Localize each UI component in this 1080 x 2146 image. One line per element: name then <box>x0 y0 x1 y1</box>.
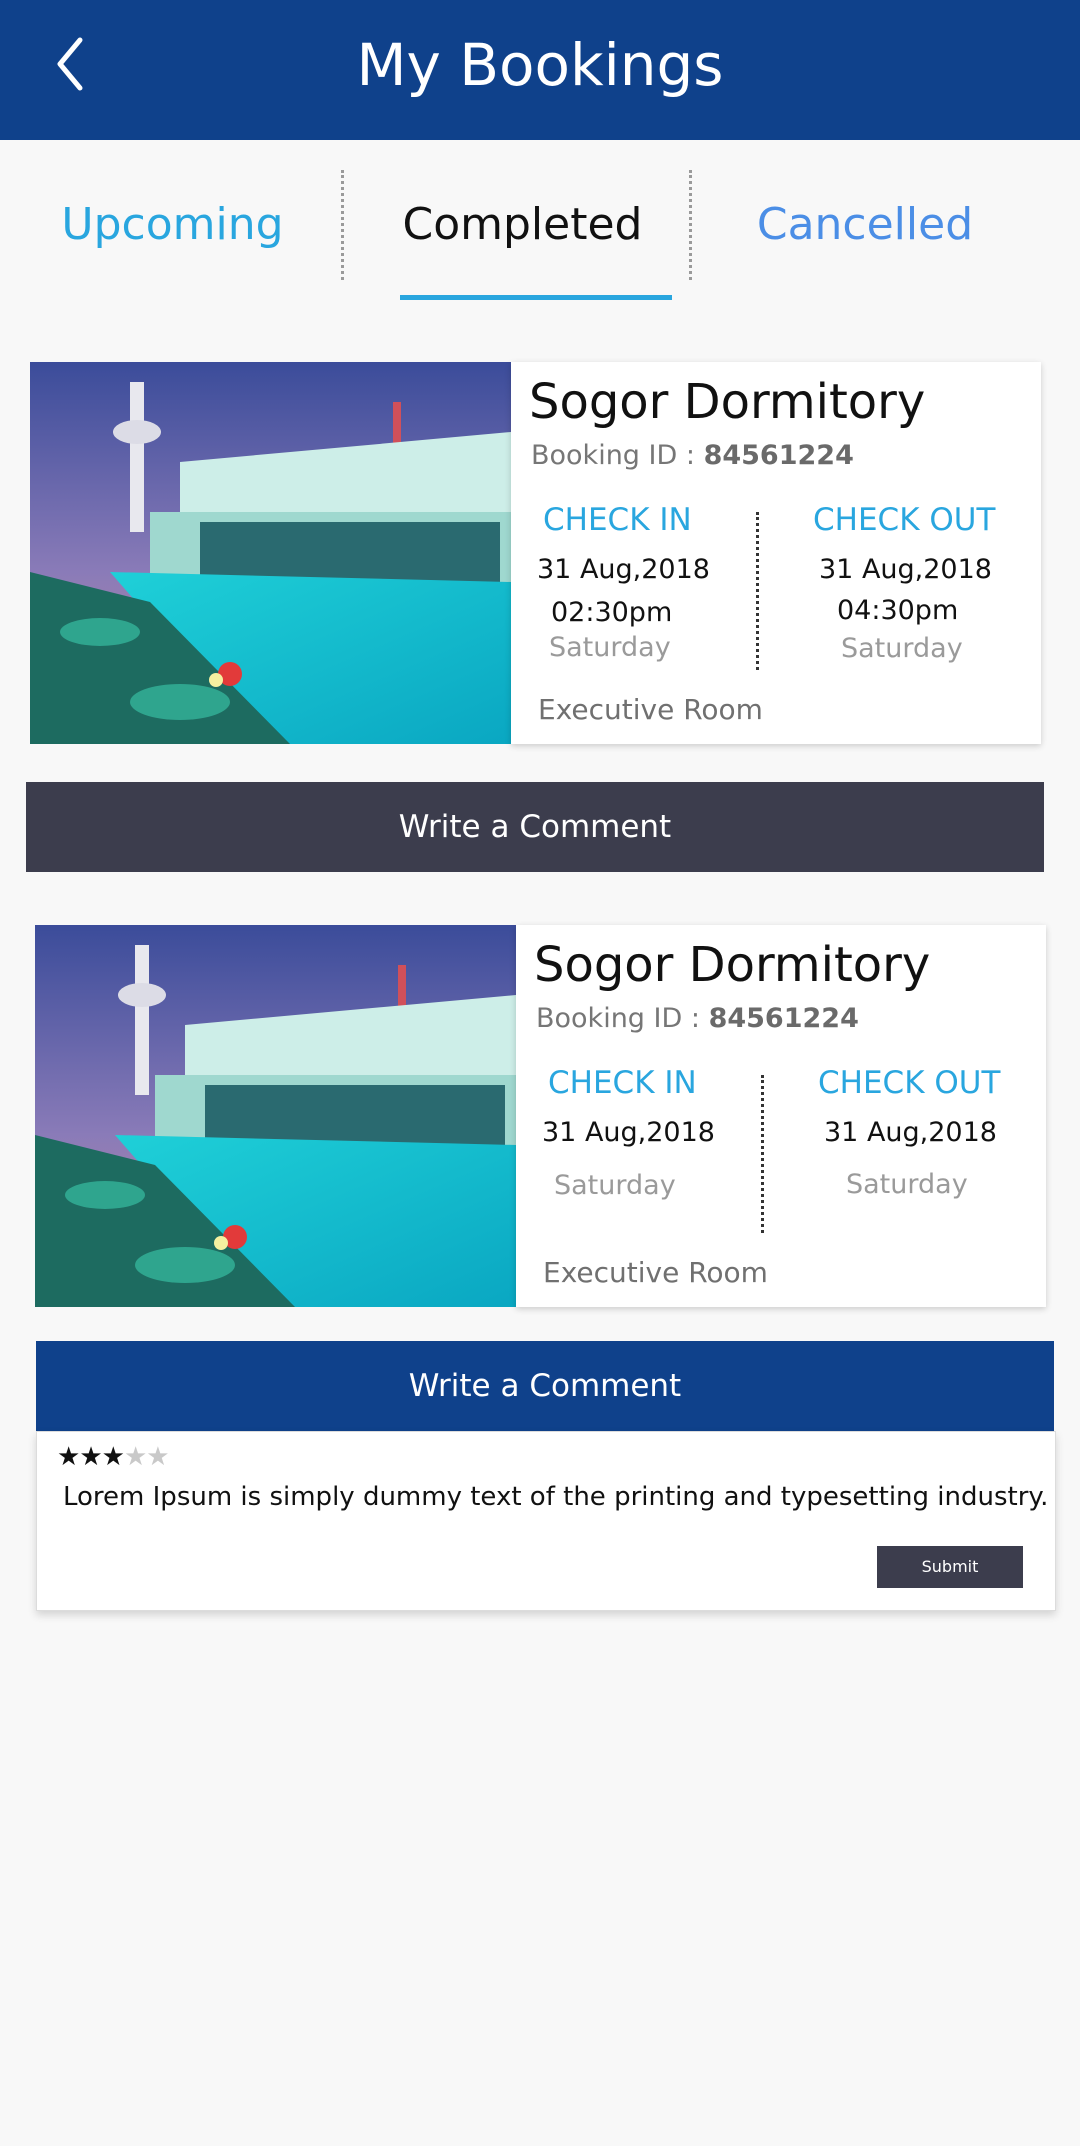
hotel-photo <box>35 925 516 1307</box>
rating-stars[interactable]: ★★★★★ <box>57 1442 170 1472</box>
check-out-time: 04:30pm <box>837 595 959 626</box>
check-out-date: 31 Aug,2018 <box>824 1117 997 1148</box>
booking-id: Booking ID : 84561224 <box>531 440 854 471</box>
comment-panel: ★★★★★ Lorem Ipsum is simply dummy text o… <box>36 1431 1056 1611</box>
booking-card[interactable]: Sogor Dormitory Booking ID : 84561224 CH… <box>516 925 1046 1307</box>
check-in-label: CHECK IN <box>543 502 692 538</box>
hotel-name: Sogor Dormitory <box>534 937 931 993</box>
check-out-label: CHECK OUT <box>813 502 996 538</box>
star-empty-icon[interactable]: ★ <box>146 1442 169 1472</box>
check-out-label: CHECK OUT <box>818 1065 1001 1101</box>
booking-id-label: Booking ID : <box>531 440 695 471</box>
check-in-date: 31 Aug,2018 <box>542 1117 715 1148</box>
star-empty-icon[interactable]: ★ <box>124 1442 147 1472</box>
tab-divider <box>341 170 344 280</box>
check-in-day: Saturday <box>554 1170 676 1201</box>
check-out-day: Saturday <box>841 633 963 664</box>
hotel-name: Sogor Dormitory <box>529 374 926 430</box>
star-filled-icon[interactable]: ★ <box>102 1442 125 1472</box>
booking-card[interactable]: Sogor Dormitory Booking ID : 84561224 CH… <box>511 362 1041 744</box>
write-comment-button[interactable]: Write a Comment <box>36 1341 1054 1431</box>
check-in-label: CHECK IN <box>548 1065 697 1101</box>
check-divider <box>756 512 759 670</box>
star-filled-icon[interactable]: ★ <box>57 1442 80 1472</box>
room-type: Executive Room <box>543 1256 768 1289</box>
check-in-day: Saturday <box>549 632 671 663</box>
tab-completed[interactable]: Completed <box>395 160 650 290</box>
check-out-date: 31 Aug,2018 <box>819 554 992 585</box>
booking-id: Booking ID : 84561224 <box>536 1003 859 1034</box>
tab-cancelled[interactable]: Cancelled <box>740 160 990 290</box>
booking-id-label: Booking ID : <box>536 1003 700 1034</box>
submit-button[interactable]: Submit <box>877 1546 1023 1588</box>
hotel-photo <box>30 362 511 744</box>
page-title: My Bookings <box>356 31 724 99</box>
check-out-day: Saturday <box>846 1169 968 1200</box>
check-in-date: 31 Aug,2018 <box>537 554 710 585</box>
active-tab-indicator <box>400 295 672 300</box>
room-type: Executive Room <box>538 693 763 726</box>
tab-divider <box>689 170 692 280</box>
star-filled-icon[interactable]: ★ <box>79 1442 102 1472</box>
booking-id-value: 84561224 <box>703 440 854 471</box>
comment-textarea[interactable]: Lorem Ipsum is simply dummy text of the … <box>63 1482 1048 1512</box>
write-comment-button[interactable]: Write a Comment <box>26 782 1044 872</box>
check-in-time: 02:30pm <box>551 597 673 628</box>
booking-id-value: 84561224 <box>708 1003 859 1034</box>
check-divider <box>761 1075 764 1233</box>
tab-upcoming[interactable]: Upcoming <box>30 160 315 290</box>
